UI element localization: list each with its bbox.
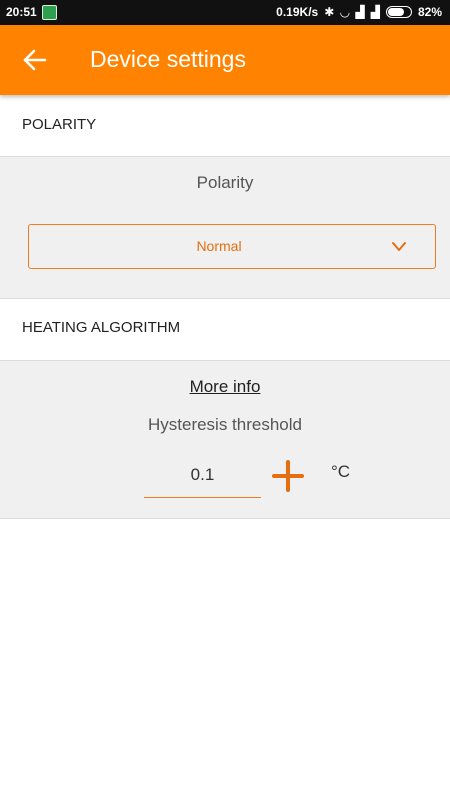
battery-percent: 82% bbox=[417, 5, 442, 19]
polarity-section-header: POLARITY bbox=[22, 116, 97, 133]
network-speed: 0.19K/s bbox=[276, 5, 319, 19]
status-right: 0.19K/s ✱ ◡ ▟ ▟ 82% bbox=[276, 5, 442, 19]
signal-2-icon: ▟ bbox=[370, 5, 380, 19]
signal-icon: ▟ bbox=[355, 5, 365, 19]
page-title: Device settings bbox=[90, 46, 246, 72]
hysteresis-label: Hysteresis threshold bbox=[147, 415, 302, 434]
chevron-down-icon bbox=[392, 242, 406, 251]
bluetooth-icon: ✱ bbox=[324, 5, 335, 19]
battery-icon bbox=[385, 6, 412, 18]
more-info-link[interactable]: More info bbox=[0, 377, 450, 397]
heating-section-header: HEATING ALGORITHM bbox=[22, 319, 181, 336]
polarity-panel: Polarity Normal bbox=[0, 156, 450, 299]
plus-icon[interactable] bbox=[271, 459, 305, 493]
wifi-icon: ◡ bbox=[340, 5, 350, 19]
status-time: 20:51 bbox=[6, 5, 37, 19]
back-arrow-icon[interactable] bbox=[20, 45, 50, 75]
polarity-dropdown[interactable]: Normal bbox=[28, 224, 436, 269]
hysteresis-value: 0.1 bbox=[190, 465, 215, 484]
status-bar: 20:51 0.19K/s ✱ ◡ ▟ ▟ 82% bbox=[0, 0, 450, 25]
polarity-selected-value: Normal bbox=[196, 238, 242, 254]
polarity-label: Polarity bbox=[196, 173, 254, 192]
notification-app-icon bbox=[42, 5, 57, 20]
hysteresis-input[interactable]: 0.1 bbox=[144, 461, 261, 498]
temperature-unit: °C bbox=[331, 462, 351, 481]
app-bar: Device settings bbox=[0, 25, 450, 95]
heating-panel: More info Hysteresis threshold 0.1 °C bbox=[0, 360, 450, 519]
